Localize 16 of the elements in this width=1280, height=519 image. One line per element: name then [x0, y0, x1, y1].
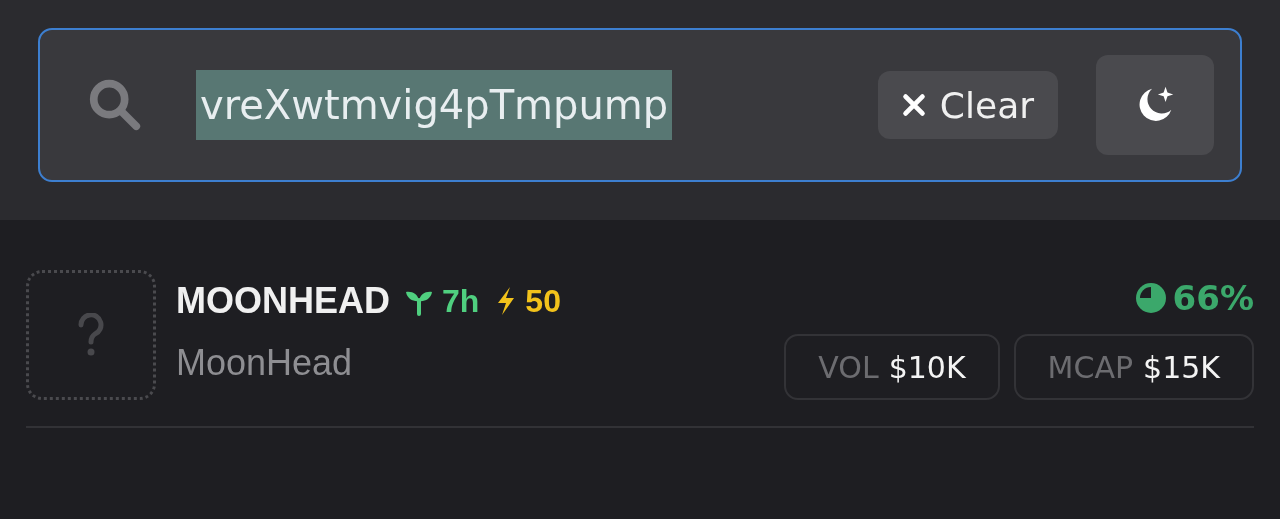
question-mark-icon [76, 313, 106, 357]
stat-value: $15K [1143, 349, 1220, 385]
token-age: 7h [442, 282, 480, 320]
theme-toggle-button[interactable] [1096, 55, 1214, 155]
token-name: MoonHead [176, 342, 354, 384]
search-field[interactable]: vreXwtmvig4pTmpump Clear [38, 28, 1242, 182]
stat-label: MCAP [1047, 349, 1134, 385]
search-text: vreXwtmvig4pTmpump [196, 70, 673, 140]
holder-percentage: 66% [1172, 278, 1254, 318]
stat-label: VOL [818, 349, 879, 385]
token-score: 50 [525, 282, 561, 320]
stat-value: $10K [888, 349, 966, 385]
token-symbol: MOONHEAD [176, 280, 390, 322]
pie-chart-icon [1134, 282, 1167, 314]
close-icon [901, 93, 926, 117]
clear-button[interactable]: Clear [877, 71, 1058, 139]
